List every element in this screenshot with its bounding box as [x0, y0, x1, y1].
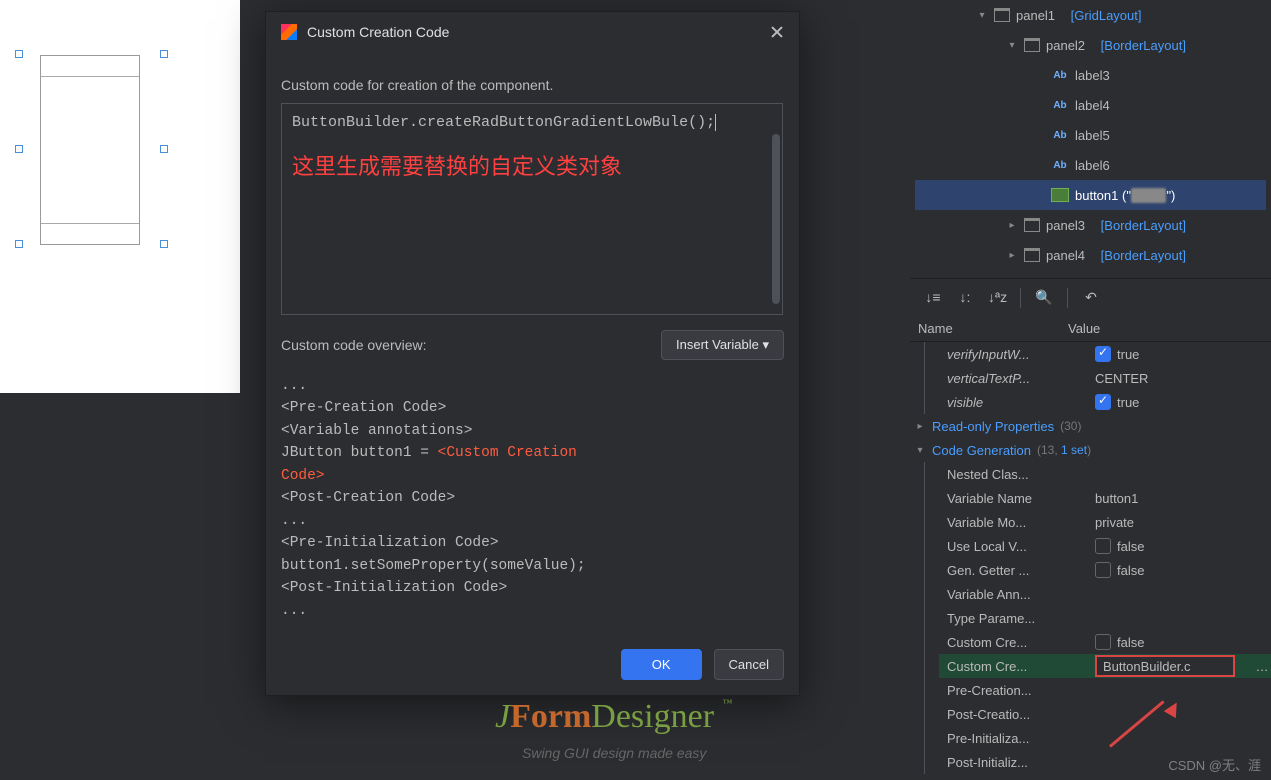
resize-handle[interactable]: [160, 240, 168, 248]
scrollbar[interactable]: [772, 134, 780, 304]
resize-handle[interactable]: [160, 50, 168, 58]
chevron-down-icon[interactable]: [976, 10, 988, 21]
panel-icon: [994, 8, 1010, 22]
prop-varmod[interactable]: Variable Mo...private: [939, 510, 1271, 534]
tree-row-button1[interactable]: button1 ("xxx"): [915, 180, 1266, 210]
panel-icon: [1024, 218, 1040, 232]
insert-variable-button[interactable]: Insert Variable ▾: [661, 330, 784, 360]
prop-precreation[interactable]: Pre-Creation...: [939, 678, 1271, 702]
sort-icon[interactable]: ↓≡: [924, 289, 942, 307]
tree-row-panel3[interactable]: panel3 [BorderLayout]: [915, 210, 1266, 240]
chevron-right-icon[interactable]: [1006, 220, 1018, 231]
custom-code-textarea[interactable]: ButtonBuilder.createRadButtonGradientLow…: [281, 103, 783, 315]
prop-gengetter[interactable]: Gen. Getter ...false: [939, 558, 1271, 582]
jformdesigner-tagline: Swing GUI design made easy: [522, 745, 706, 761]
tree-row-panel2[interactable]: panel2 [BorderLayout]: [915, 30, 1266, 60]
label-icon: Ab: [1051, 100, 1069, 111]
custom-creation-dialog: Custom Creation Code Custom code for cre…: [265, 11, 800, 696]
undo-icon[interactable]: ↶: [1082, 289, 1100, 307]
right-panel: panel1 [GridLayout] panel2 [BorderLayout…: [910, 0, 1271, 780]
dialog-header: Custom Creation Code: [266, 12, 799, 52]
prop-varann[interactable]: Variable Ann...: [939, 582, 1271, 606]
redacted-text: xxx: [1131, 188, 1167, 203]
property-table: Name Value verifyInputW... true vertical…: [910, 316, 1271, 774]
code-value: ButtonBuilder.createRadButtonGradientLow…: [292, 114, 715, 131]
label-icon: Ab: [1051, 160, 1069, 171]
panel-icon: [1024, 38, 1040, 52]
prop-customcre-code[interactable]: Custom Cre... ButtonBuilder.c …: [939, 654, 1271, 678]
resize-handle[interactable]: [15, 145, 23, 153]
chevron-right-icon[interactable]: [914, 421, 926, 432]
code-overview: ... <Pre-Creation Code> <Variable annota…: [281, 375, 784, 622]
group-codegen[interactable]: Code Generation (13, 1 set): [910, 438, 1271, 462]
tree-row-label6[interactable]: Ab label6: [915, 150, 1266, 180]
checkbox-icon[interactable]: [1095, 394, 1111, 410]
prop-varname[interactable]: Variable Namebutton1: [939, 486, 1271, 510]
design-canvas: [0, 0, 240, 393]
panel-icon: [1024, 248, 1040, 262]
label-icon: Ab: [1051, 70, 1069, 81]
ok-button[interactable]: OK: [621, 649, 702, 680]
csdn-watermark: CSDN @无、涯: [1168, 755, 1261, 774]
col-value: Value: [1068, 321, 1271, 336]
close-icon[interactable]: [770, 25, 784, 39]
chevron-down-icon[interactable]: [1006, 40, 1018, 51]
search-icon[interactable]: 🔍: [1035, 289, 1053, 307]
resize-handle[interactable]: [160, 145, 168, 153]
prop-preinit[interactable]: Pre-Initializa...: [939, 726, 1271, 750]
property-header: Name Value: [910, 316, 1271, 342]
jformdesigner-logo: JFormDesigner ™: [495, 698, 732, 736]
prop-uselocal[interactable]: Use Local V...false: [939, 534, 1271, 558]
checkbox-icon[interactable]: [1095, 346, 1111, 362]
ellipsis-button[interactable]: …: [1253, 659, 1271, 674]
cancel-button[interactable]: Cancel: [714, 649, 784, 680]
red-annotation: 这里生成需要替换的自定义类对象: [292, 149, 772, 181]
checkbox-icon[interactable]: [1095, 538, 1111, 554]
tree-row-label5[interactable]: Ab label5: [915, 120, 1266, 150]
prop-verticaltext[interactable]: verticalTextP... CENTER: [939, 366, 1271, 390]
property-toolbar: ↓≡ ↓: ↓ªz 🔍 ↶: [910, 278, 1271, 316]
intellij-icon: [281, 24, 297, 40]
prop-customcre-bool[interactable]: Custom Cre...false: [939, 630, 1271, 654]
tree-row-panel5[interactable]: panel5 [BorderLayout]: [915, 270, 1266, 278]
checkbox-icon[interactable]: [1095, 562, 1111, 578]
sort-az-icon[interactable]: ↓ªz: [988, 289, 1006, 307]
overview-label: Custom code overview:: [281, 337, 651, 353]
preview-form[interactable]: [40, 55, 140, 245]
chevron-right-icon[interactable]: [1006, 250, 1018, 261]
prop-typeparam[interactable]: Type Parame...: [939, 606, 1271, 630]
label-icon: Ab: [1051, 130, 1069, 141]
prop-verifyinput[interactable]: verifyInputW... true: [939, 342, 1271, 366]
sort-asc-icon[interactable]: ↓:: [956, 289, 974, 307]
dialog-title: Custom Creation Code: [307, 24, 760, 40]
group-readonly[interactable]: Read-only Properties (30): [910, 414, 1271, 438]
resize-handle[interactable]: [15, 50, 23, 58]
chevron-down-icon[interactable]: [914, 445, 926, 456]
tree-row-panel1[interactable]: panel1 [GridLayout]: [915, 0, 1266, 30]
col-name: Name: [918, 321, 1068, 336]
resize-handle[interactable]: [15, 240, 23, 248]
button-icon: [1051, 188, 1069, 202]
prop-postcreation[interactable]: Post-Creatio...: [939, 702, 1271, 726]
prop-visible[interactable]: visible true: [939, 390, 1271, 414]
custom-code-label: Custom code for creation of the componen…: [281, 77, 784, 93]
checkbox-icon[interactable]: [1095, 634, 1111, 650]
component-tree[interactable]: panel1 [GridLayout] panel2 [BorderLayout…: [910, 0, 1271, 278]
tree-row-label3[interactable]: Ab label3: [915, 60, 1266, 90]
tree-row-label4[interactable]: Ab label4: [915, 90, 1266, 120]
prop-nested[interactable]: Nested Clas...: [939, 462, 1271, 486]
tree-row-panel4[interactable]: panel4 [BorderLayout]: [915, 240, 1266, 270]
